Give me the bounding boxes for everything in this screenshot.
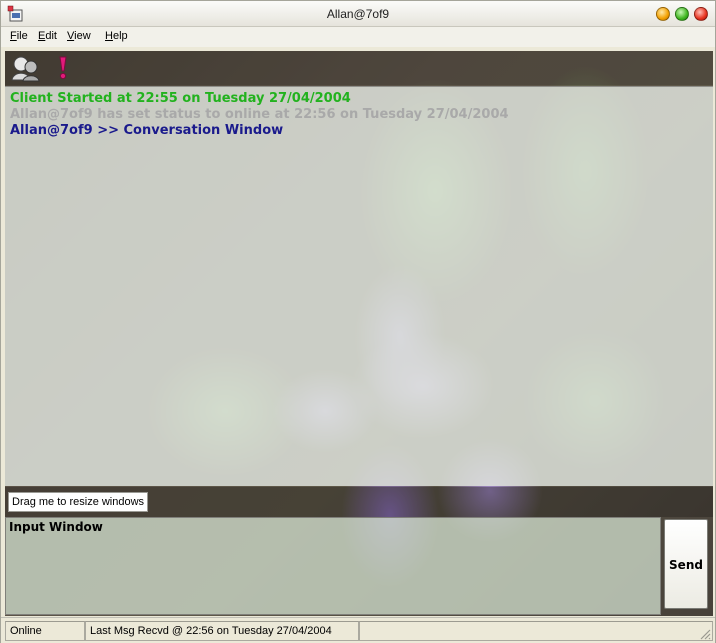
resize-handle[interactable]: Drag me to resize windows xyxy=(5,487,713,517)
conversation-message: Client Started at 22:55 on Tuesday 27/04… xyxy=(10,91,351,106)
title-bar[interactable]: Allan@7of9 xyxy=(1,1,715,27)
conversation-message: Allan@7of9 has set status to online at 2… xyxy=(10,107,509,122)
send-button[interactable]: Send xyxy=(664,519,708,609)
toolbar xyxy=(5,51,713,85)
menu-file[interactable]: File xyxy=(10,30,28,42)
menu-edit-label: dit xyxy=(45,30,57,42)
main-content: Client Started at 22:55 on Tuesday 27/04… xyxy=(5,51,713,616)
menu-help-label: elp xyxy=(112,30,128,42)
alert-icon[interactable] xyxy=(53,54,83,82)
status-extra xyxy=(359,621,713,641)
menu-file-label: ile xyxy=(16,30,28,42)
close-button[interactable] xyxy=(694,7,708,21)
input-window[interactable]: Input Window xyxy=(5,517,661,615)
menu-edit[interactable]: Edit xyxy=(38,30,57,42)
conversation-window[interactable]: Client Started at 22:55 on Tuesday 27/04… xyxy=(5,86,713,486)
contact-icon[interactable] xyxy=(9,54,40,82)
menu-bar: File Edit View Help xyxy=(1,27,715,47)
status-last-message: Last Msg Recvd @ 22:56 on Tuesday 27/04/… xyxy=(85,621,359,641)
chat-window: Allan@7of9 File Edit View Help Client St… xyxy=(0,0,716,643)
menu-help-mnemonic: H xyxy=(105,30,113,42)
status-online: Online xyxy=(5,621,85,641)
window-title: Allan@7of9 xyxy=(326,7,390,21)
conversation-message: Allan@7of9 >> Conversation Window xyxy=(10,123,284,138)
menu-help[interactable]: Help xyxy=(105,30,128,42)
maximize-button[interactable] xyxy=(675,7,689,21)
menu-view-label: iew xyxy=(74,30,91,42)
status-bar: Online Last Msg Recvd @ 22:56 on Tuesday… xyxy=(1,617,715,643)
menu-view[interactable]: View xyxy=(67,30,91,42)
input-window-label: Input Window xyxy=(9,520,103,534)
menu-file-mnemonic: F xyxy=(10,30,17,42)
resize-handle-label: Drag me to resize windows xyxy=(8,492,149,512)
resize-grip-icon[interactable] xyxy=(699,628,711,640)
minimize-button[interactable] xyxy=(656,7,670,21)
